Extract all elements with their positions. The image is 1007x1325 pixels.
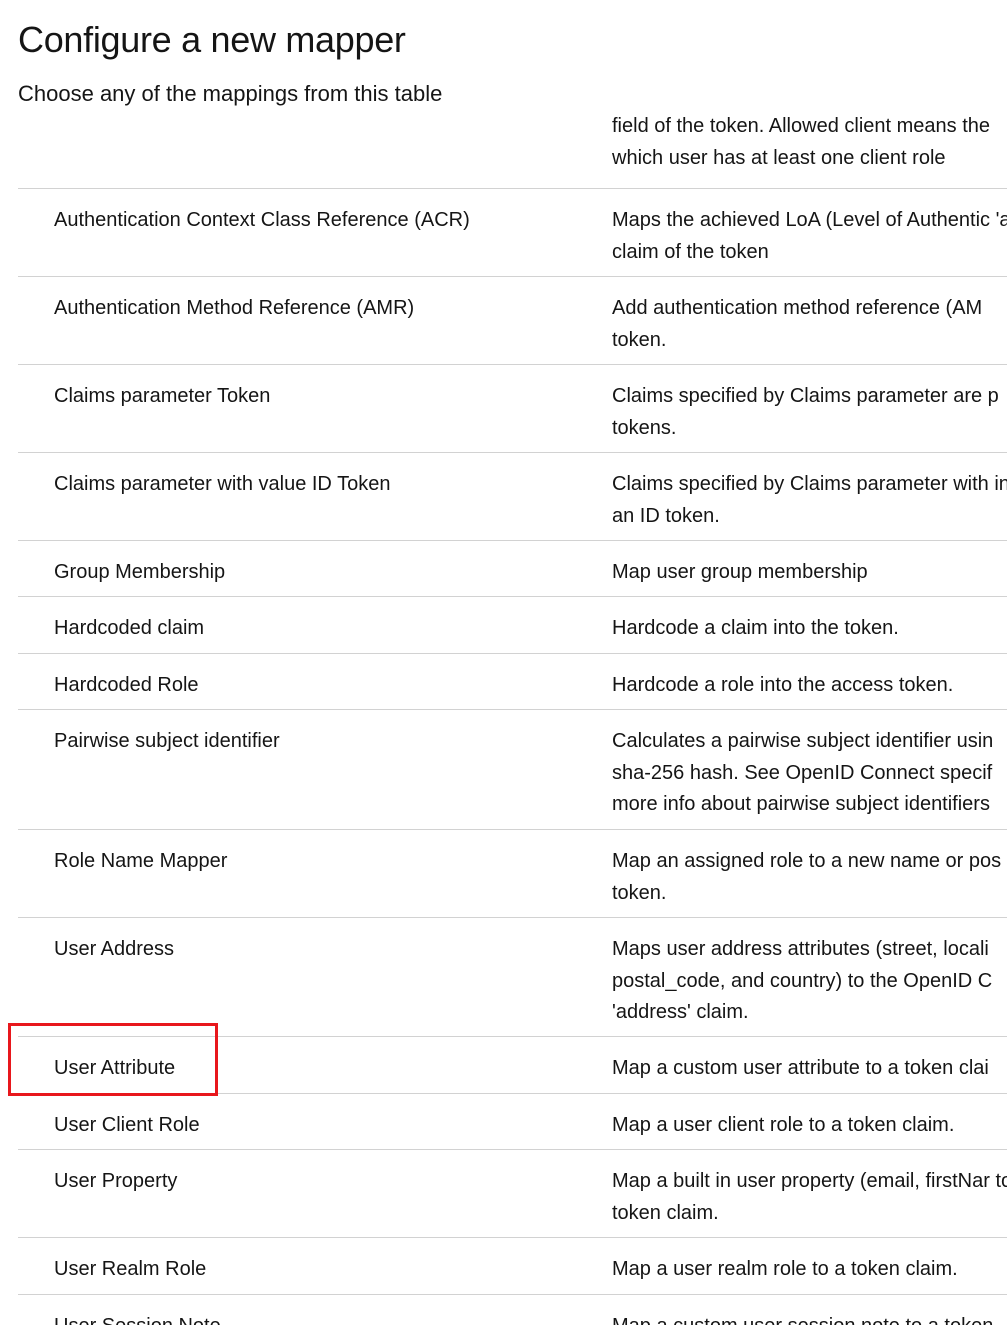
mapper-description: Maps the achieved LoA (Level of Authenti… — [612, 209, 1007, 263]
mapper-table: field of the token. Allowed client means… — [18, 114, 1007, 1325]
table-row[interactable]: User Session Note Map a custom user sess… — [18, 1295, 1007, 1325]
mapper-name[interactable]: Authentication Method Reference (AMR) — [54, 293, 574, 325]
mapper-description: Map a user client role to a token claim. — [612, 1114, 955, 1136]
mapper-name[interactable]: User Attribute — [54, 1053, 574, 1085]
mapper-description: Claims specified by Claims parameter are… — [612, 385, 999, 439]
mapper-name[interactable]: Hardcoded claim — [54, 613, 574, 645]
mapper-name[interactable]: Authentication Context Class Reference (… — [54, 205, 574, 237]
modal-subtitle: Choose any of the mappings from this tab… — [18, 81, 443, 106]
table-row[interactable]: User Realm Role Map a user realm role to… — [18, 1238, 1007, 1295]
table-row[interactable]: Claims parameter Token Claims specified … — [18, 365, 1007, 453]
table-row[interactable]: User Address Maps user address attribute… — [18, 918, 1007, 1037]
mapper-name[interactable]: User Property — [54, 1166, 574, 1198]
mapper-description: Map a custom user session note to a toke… — [612, 1311, 1007, 1325]
mapper-name[interactable]: Role Name Mapper — [54, 846, 574, 878]
table-row[interactable]: Role Name Mapper Map an assigned role to… — [18, 830, 1007, 918]
table-row[interactable]: Group Membership Map user group membersh… — [18, 541, 1007, 597]
table-row[interactable]: Authentication Context Class Reference (… — [18, 189, 1007, 277]
table-row[interactable]: User Attribute Map a custom user attribu… — [18, 1037, 1007, 1094]
mapper-name[interactable]: Group Membership — [54, 557, 574, 589]
mapper-name[interactable]: Claims parameter with value ID Token — [54, 469, 574, 501]
mapper-name[interactable]: User Session Note — [54, 1311, 574, 1325]
mapper-name[interactable]: User Address — [54, 934, 574, 966]
mapper-description: Hardcode a claim into the token. — [612, 617, 899, 639]
mapper-name[interactable]: Hardcoded Role — [54, 670, 574, 702]
mapper-description: Add authentication method reference (AM … — [612, 297, 983, 351]
table-row[interactable]: Hardcoded claim Hardcode a claim into th… — [18, 597, 1007, 654]
mapper-description: Map a user realm role to a token claim. — [612, 1258, 958, 1280]
mapper-description: field of the token. Allowed client means… — [612, 115, 991, 169]
table-row[interactable]: Hardcoded Role Hardcode a role into the … — [18, 654, 1007, 710]
mapper-name[interactable]: Pairwise subject identifier — [54, 726, 574, 758]
mapper-description: Map an assigned role to a new name or po… — [612, 850, 1002, 904]
mapper-name[interactable]: Claims parameter Token — [54, 381, 574, 413]
mapper-description: Map a built in user property (email, fir… — [612, 1170, 1007, 1224]
mapper-description: Maps user address attributes (street, lo… — [612, 938, 993, 1023]
mapper-table-body[interactable]: field of the token. Allowed client means… — [18, 114, 1007, 1325]
mapper-description: Map a custom user attribute to a token c… — [612, 1057, 989, 1079]
table-row[interactable]: User Property Map a built in user proper… — [18, 1150, 1007, 1238]
mapper-modal: Configure a new mapper Choose any of the… — [0, 0, 1007, 1325]
modal-title: Configure a new mapper — [18, 19, 406, 60]
table-row[interactable]: Authentication Method Reference (AMR) Ad… — [18, 277, 1007, 365]
table-row[interactable]: Pairwise subject identifier Calculates a… — [18, 710, 1007, 830]
table-row[interactable]: User Client Role Map a user client role … — [18, 1094, 1007, 1150]
table-row[interactable]: Claims parameter with value ID Token Cla… — [18, 453, 1007, 541]
mapper-name[interactable]: User Realm Role — [54, 1254, 574, 1286]
mapper-name[interactable]: User Client Role — [54, 1110, 574, 1142]
mapper-description: Calculates a pairwise subject identifier… — [612, 730, 994, 815]
table-row[interactable]: field of the token. Allowed client means… — [18, 114, 1007, 189]
mapper-description: Claims specified by Claims parameter wit… — [612, 473, 1007, 527]
mapper-description: Map user group membership — [612, 561, 868, 583]
mapper-description: Hardcode a role into the access token. — [612, 674, 954, 696]
